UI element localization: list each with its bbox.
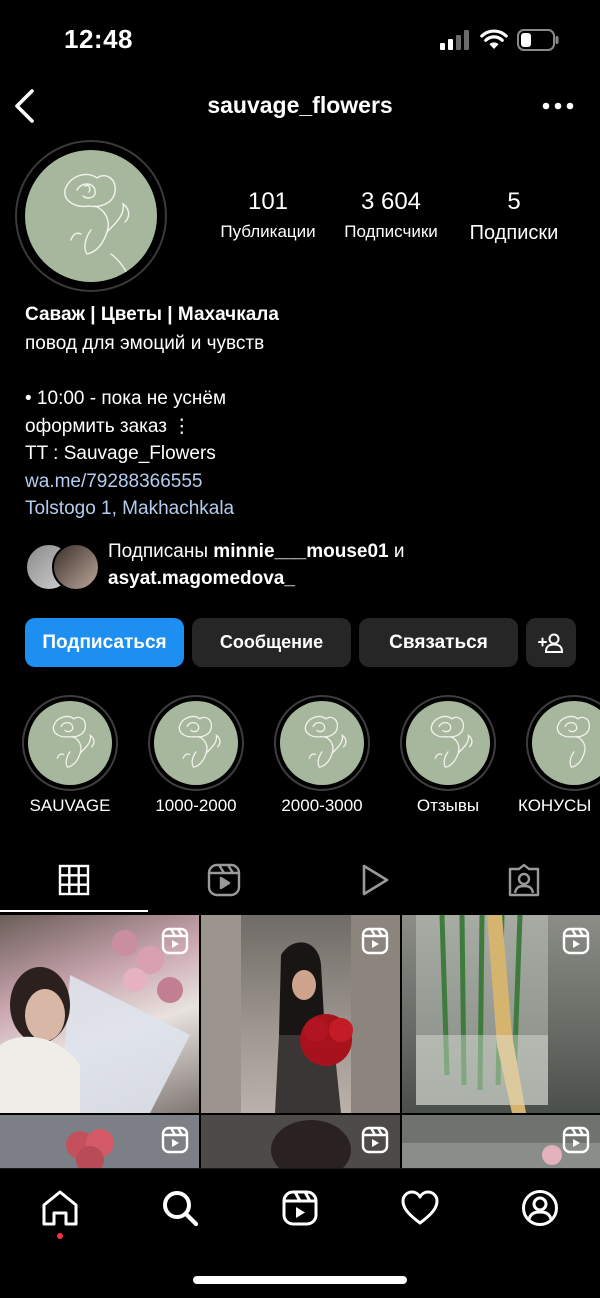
stat-posts-count: 101 xyxy=(247,188,289,215)
highlight-ring xyxy=(274,695,370,791)
highlight-cover xyxy=(28,701,112,785)
highlight-cover xyxy=(406,701,490,785)
reels-badge-icon xyxy=(562,927,590,955)
highlight-label: 2000-3000 xyxy=(281,796,363,815)
stat-followers-count: 3 604 xyxy=(360,188,422,215)
highlight-cover xyxy=(532,701,600,785)
followed-by-joiner: и xyxy=(388,541,405,562)
search-icon[interactable] xyxy=(160,1188,200,1228)
reels-badge-icon xyxy=(161,1126,189,1154)
rose-logo-icon xyxy=(430,715,473,768)
bio-tagline: повод для эмоций и чувств xyxy=(25,333,265,354)
highlight-cones[interactable]: КОНУСЫ xyxy=(518,695,600,816)
highlight-1000-2000[interactable]: 1000-2000 xyxy=(148,695,261,816)
status-time: 12:48 xyxy=(64,24,133,54)
highlight-ring xyxy=(526,695,600,791)
rose-logo-icon xyxy=(304,715,347,768)
highlight-ring xyxy=(148,695,244,791)
bio-name: Саваж | Цветы | Махачкала xyxy=(25,304,279,325)
profile-icon[interactable] xyxy=(520,1188,560,1228)
follower-avatar-2[interactable] xyxy=(52,543,100,591)
reels-badge-icon xyxy=(161,927,189,955)
follow-button[interactable]: Подписаться xyxy=(25,618,184,667)
ellipsis-icon[interactable] xyxy=(542,100,574,112)
highlight-ring xyxy=(400,695,496,791)
reels-badge-icon xyxy=(361,1126,389,1154)
followed-by-user-1[interactable]: minnie___mouse01 xyxy=(213,541,388,562)
stat-posts-label: Публикации xyxy=(220,222,316,241)
heart-icon[interactable] xyxy=(400,1188,440,1228)
home-icon[interactable] xyxy=(40,1188,80,1228)
stat-following-label: Подписки xyxy=(469,222,559,244)
highlight-2000-3000[interactable]: 2000-3000 xyxy=(274,695,387,816)
followed-by-prefix: Подписаны xyxy=(108,541,214,562)
stat-following-count: 5 xyxy=(507,188,521,215)
profile-username: sauvage_flowers xyxy=(207,92,393,118)
bio-link[interactable]: wa.me/79288366555 xyxy=(25,468,202,495)
stat-followers[interactable]: 3 604 Подписчики xyxy=(332,188,450,242)
avatar[interactable] xyxy=(25,150,157,282)
highlight-cover xyxy=(280,701,364,785)
highlight-label: Отзывы xyxy=(416,796,480,815)
add-person-button[interactable] xyxy=(526,618,576,667)
reels-badge-icon xyxy=(562,1126,590,1154)
home-indicator xyxy=(193,1276,407,1284)
highlight-cover xyxy=(154,701,238,785)
highlight-label: SAUVAGE xyxy=(29,796,111,815)
wifi-icon xyxy=(480,29,508,49)
battery-icon xyxy=(517,29,559,51)
highlight-label: 1000-2000 xyxy=(155,796,237,815)
bio-order: оформить заказ ⋮ xyxy=(25,416,192,437)
highlight-label: КОНУСЫ xyxy=(518,796,592,815)
bio-hours: • 10:00 - пока не уснём xyxy=(25,388,227,409)
rose-logo-icon xyxy=(178,715,221,768)
play-icon[interactable] xyxy=(356,862,392,898)
message-button[interactable]: Сообщение xyxy=(192,618,351,667)
reels-badge-icon xyxy=(361,927,389,955)
rose-logo-icon xyxy=(556,715,590,768)
bio-tt: TT : Sauvage_Flowers xyxy=(25,443,216,464)
highlight-sauvage[interactable]: SAUVAGE xyxy=(22,695,135,816)
followed-by-user-2[interactable]: asyat.magomedova_ xyxy=(108,568,295,589)
active-tab-indicator xyxy=(0,910,148,912)
bio-address[interactable]: Tolstogo 1, Makhachkala xyxy=(25,495,234,522)
stat-followers-label: Подписчики xyxy=(344,222,438,241)
highlight-ring xyxy=(22,695,118,791)
rose-logo-icon xyxy=(52,715,95,768)
cellular-signal-icon xyxy=(440,30,469,50)
highlight-reviews[interactable]: Отзывы xyxy=(400,695,513,816)
reels-icon[interactable] xyxy=(280,1188,320,1228)
notification-dot xyxy=(57,1233,63,1239)
stat-following[interactable]: 5 Подписки xyxy=(454,188,574,245)
contact-button[interactable]: Связаться xyxy=(359,618,518,667)
add-person-icon xyxy=(538,633,564,653)
tagged-icon[interactable] xyxy=(506,862,542,898)
stat-posts[interactable]: 101 Публикации xyxy=(208,188,328,242)
followed-by-text[interactable]: Подписаны minnie___mouse01 и asyat.magom… xyxy=(108,538,588,592)
reels-icon[interactable] xyxy=(206,862,242,898)
grid-icon[interactable] xyxy=(56,862,92,898)
rose-logo-icon xyxy=(64,173,130,279)
